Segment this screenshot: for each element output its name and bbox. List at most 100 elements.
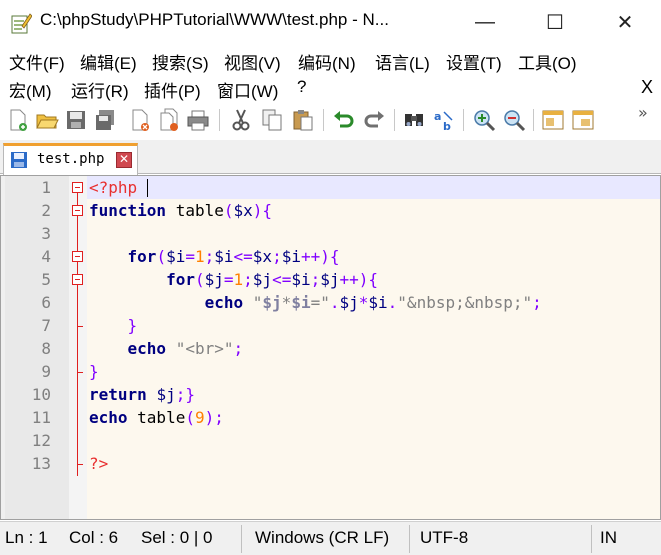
menu-run[interactable]: 运行(R): [71, 77, 129, 102]
code-token: }: [89, 362, 99, 381]
save-icon[interactable]: [64, 108, 88, 132]
code-text-area[interactable]: <?php function table($x){ for($i=1;$i<=$x…: [87, 176, 660, 519]
close-icon[interactable]: [128, 108, 152, 132]
code-token: $j: [320, 270, 340, 289]
redo-icon[interactable]: [362, 108, 386, 132]
menu-help[interactable]: ?: [297, 77, 306, 97]
code-token: $x: [233, 201, 253, 220]
status-encoding: UTF-8: [420, 528, 469, 547]
tab-label: test.php: [37, 151, 105, 167]
code-token: ": [252, 293, 263, 312]
code-token: (: [156, 247, 167, 266]
fold-toggle-icon[interactable]: [72, 182, 83, 193]
code-token: .: [387, 293, 398, 312]
menu-window[interactable]: 窗口(W): [217, 77, 278, 102]
code-line: for($i=1;$i<=$x;$i++){: [89, 245, 340, 268]
zoom-out-icon[interactable]: [502, 108, 526, 132]
code-token: );: [204, 408, 224, 427]
code-token: ;: [204, 247, 215, 266]
menu-view[interactable]: 视图(V): [224, 49, 281, 74]
menu-macro[interactable]: 宏(M): [9, 77, 51, 102]
menu-language[interactable]: 语言(L): [375, 49, 430, 74]
code-token: 1: [194, 247, 205, 266]
tab-test-php[interactable]: test.php ✕: [3, 143, 138, 175]
toolbar-separator: [219, 109, 220, 131]
fold-toggle-icon[interactable]: [72, 205, 83, 216]
minimize-button[interactable]: —: [455, 0, 515, 44]
close-all-icon[interactable]: [157, 108, 181, 132]
code-line: }: [89, 360, 99, 383]
sync-horizontal-icon[interactable]: [571, 108, 595, 132]
tab-close-button[interactable]: ✕: [116, 152, 132, 168]
close-window-button[interactable]: ✕: [595, 0, 655, 44]
open-file-icon[interactable]: [35, 108, 59, 132]
replace-icon[interactable]: ab: [432, 108, 456, 132]
toolbar: ab »: [0, 103, 661, 137]
close-document-button[interactable]: X: [641, 77, 653, 98]
menu-encoding[interactable]: 编码(N): [298, 49, 356, 74]
sync-vertical-icon[interactable]: [541, 108, 565, 132]
text-caret: [147, 179, 148, 197]
line-number: 2: [41, 201, 51, 220]
status-line: Ln : 1: [5, 528, 48, 547]
code-token: <=: [272, 270, 292, 289]
toolbar-separator: [394, 109, 395, 131]
status-separator: [591, 525, 592, 553]
notepad-app-icon: [11, 13, 32, 34]
line-number: 9: [41, 362, 51, 381]
save-all-icon[interactable]: [93, 108, 117, 132]
code-token: $j: [339, 293, 359, 312]
code-token: $x: [252, 247, 273, 266]
code-token: $j: [156, 385, 176, 404]
code-token: for: [166, 270, 195, 289]
code-token: (: [194, 270, 205, 289]
status-insert-mode: IN: [600, 528, 617, 547]
line-number-gutter: 1 2 3 4 5 6 7 8 9 10 11 12 13: [5, 176, 69, 519]
copy-icon[interactable]: [260, 108, 284, 132]
line-number: 4: [41, 247, 51, 266]
menu-edit[interactable]: 编辑(E): [80, 49, 137, 74]
close-icon: ✕: [616, 11, 634, 34]
code-editor[interactable]: 1 2 3 4 5 6 7 8 9 10 11 12 13 <?php function table($x…: [0, 175, 661, 520]
minimize-icon: —: [475, 10, 495, 33]
saved-file-icon: [11, 152, 27, 168]
menu-tools[interactable]: 工具(O): [518, 49, 577, 74]
line-number: 10: [31, 385, 51, 404]
paste-icon[interactable]: [291, 108, 315, 132]
maximize-icon: ☐: [546, 11, 564, 34]
code-token: ?>: [89, 454, 109, 473]
print-icon[interactable]: [186, 108, 210, 132]
fold-toggle-icon[interactable]: [72, 274, 83, 285]
zoom-in-icon[interactable]: [472, 108, 496, 132]
new-file-icon[interactable]: [6, 108, 30, 132]
code-token: $i: [368, 293, 388, 312]
menu-plugins[interactable]: 插件(P): [144, 77, 201, 102]
code-token: "<br>": [175, 339, 234, 358]
svg-text:b: b: [443, 120, 451, 132]
menu-file[interactable]: 文件(F): [9, 49, 65, 74]
fold-toggle-icon[interactable]: [72, 251, 83, 262]
menu-search[interactable]: 搜索(S): [152, 49, 209, 74]
code-token: }: [89, 316, 138, 335]
line-number: 3: [41, 224, 51, 243]
maximize-button[interactable]: ☐: [525, 0, 585, 44]
code-token: =: [223, 270, 234, 289]
undo-icon[interactable]: [332, 108, 356, 132]
toolbar-overflow-button[interactable]: »: [638, 103, 648, 122]
code-line: for($j=1;$j<=$i;$j++){: [89, 268, 378, 291]
code-token: (: [223, 201, 234, 220]
status-bar: Ln : 1 Col : 6 Sel : 0 | 0 Windows (CR L…: [0, 521, 661, 555]
menu-settings[interactable]: 设置(T): [446, 49, 502, 74]
code-token: table: [127, 408, 186, 427]
cut-icon[interactable]: [229, 108, 253, 132]
fold-end-mark: [77, 464, 83, 465]
code-token: <?php: [89, 178, 138, 197]
fold-line: [77, 193, 78, 476]
code-line: echo "<br>";: [89, 337, 244, 360]
find-icon[interactable]: [402, 108, 426, 132]
line-number: 11: [31, 408, 51, 427]
